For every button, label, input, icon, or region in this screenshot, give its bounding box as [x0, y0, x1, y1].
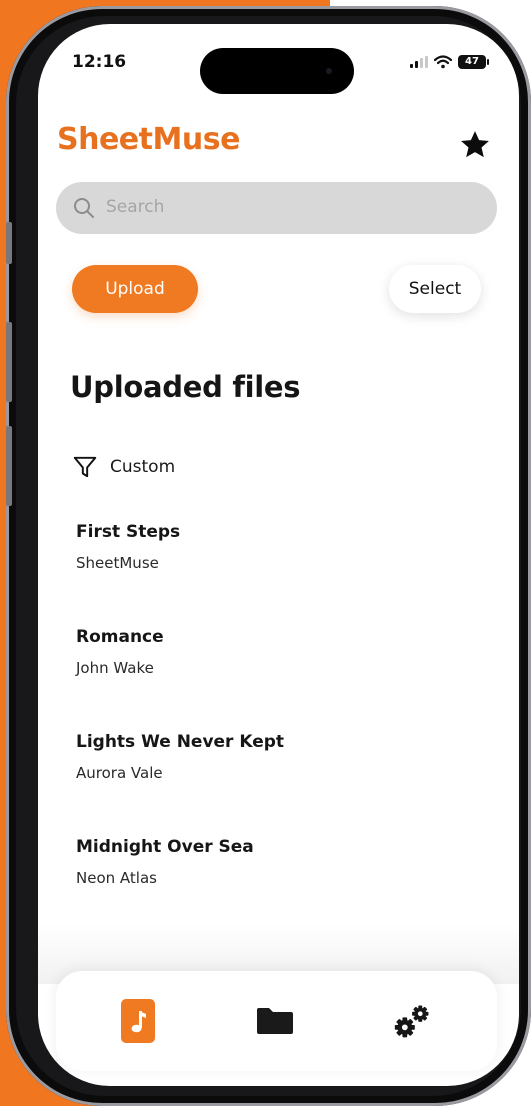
file-list: First Steps SheetMuse Romance John Wake …: [76, 518, 496, 938]
status-bar: 12:16 47: [38, 24, 519, 94]
tab-settings[interactable]: [393, 999, 433, 1043]
phone-frame: 12:16 47 SheetMuse Search Upload Select …: [6, 6, 531, 1106]
search-icon: [74, 198, 94, 218]
battery-icon: 47: [458, 55, 489, 69]
action-button: [6, 222, 12, 264]
tab-bar: [56, 971, 497, 1071]
camera-dot: [326, 68, 332, 74]
music-note-icon: [121, 999, 155, 1043]
file-item[interactable]: Romance John Wake: [76, 623, 496, 728]
filter-label: Custom: [110, 457, 176, 477]
folder-icon: [257, 1008, 293, 1034]
file-item[interactable]: Midnight Over Sea Neon Atlas: [76, 833, 496, 938]
file-artist: John Wake: [76, 659, 154, 677]
volume-up-button: [6, 322, 12, 402]
file-artist: Neon Atlas: [76, 869, 157, 887]
file-title: Romance: [76, 627, 164, 647]
file-item[interactable]: First Steps SheetMuse: [76, 518, 496, 623]
file-title: Midnight Over Sea: [76, 837, 254, 857]
sort-filter[interactable]: Custom: [72, 452, 175, 482]
filter-icon: [73, 456, 97, 478]
app-brand: SheetMuse: [57, 122, 240, 157]
tab-library[interactable]: [118, 999, 158, 1043]
signal-icon: [410, 56, 428, 68]
wifi-icon: [434, 55, 452, 69]
file-item[interactable]: Lights We Never Kept Aurora Vale: [76, 728, 496, 833]
volume-down-button: [6, 426, 12, 506]
upload-button[interactable]: Upload: [72, 265, 198, 313]
star-icon[interactable]: [458, 128, 492, 162]
search-input[interactable]: Search: [56, 182, 497, 234]
file-title: Lights We Never Kept: [76, 732, 285, 752]
search-placeholder: Search: [106, 197, 165, 217]
app-screen: 12:16 47 SheetMuse Search Upload Select …: [38, 24, 519, 1086]
file-artist: SheetMuse: [76, 554, 159, 572]
status-icons: 47: [410, 54, 489, 70]
page-title: Uploaded files: [70, 370, 301, 404]
tab-folders[interactable]: [255, 999, 295, 1043]
select-button[interactable]: Select: [389, 265, 481, 313]
file-artist: Aurora Vale: [76, 764, 163, 782]
dynamic-island: [200, 48, 354, 94]
gears-icon: [394, 1005, 429, 1038]
status-time: 12:16: [72, 52, 127, 72]
file-title: First Steps: [76, 522, 181, 542]
